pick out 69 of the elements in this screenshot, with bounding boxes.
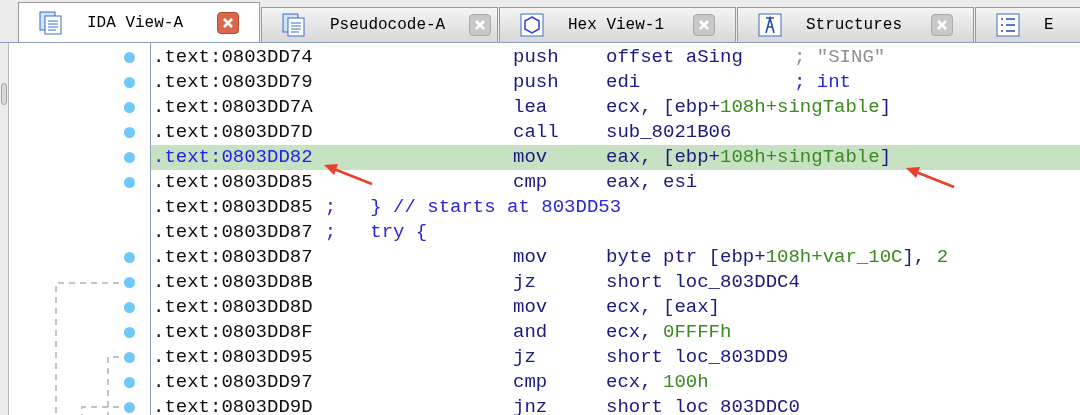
address: .text:0803DD95 [153,346,313,368]
mnemonic: jz [513,346,536,368]
tab-label: IDA View-A [87,12,184,34]
mnemonic: cmp [513,371,548,393]
mnemonic: mov [513,296,548,318]
address: .text:0803DD9D [153,396,313,415]
close-button[interactable] [931,14,953,36]
document-icon [39,10,63,35]
tab-label: E [1044,15,1054,36]
close-icon [222,16,234,29]
structure-icon [758,13,782,37]
tab[interactable]: E [975,7,1080,42]
arrow-drawing [904,165,956,189]
address: .text:0803DD97 [153,371,313,393]
tab[interactable]: Hex View-1 [499,7,736,42]
operands: edi [606,71,641,93]
mnemonic: mov [513,246,548,268]
list-icon [996,13,1020,37]
mnemonic: cmp [513,171,548,193]
tab-label: Structures [806,15,903,36]
operands: offset aSing [606,46,743,68]
operands: short loc_803DD9 [606,346,789,368]
operands: ecx, 100h [606,371,709,393]
address: .text:0803DD8D [153,296,313,318]
operands: eax, [ebp+108h+singTable] [606,146,892,168]
arrow-drawing [322,162,374,186]
address: .text:0803DD87 [153,220,313,245]
close-icon [698,19,710,31]
address: .text:0803DD85 [153,195,313,220]
mnemonic: push [513,46,559,68]
mnemonic: lea [513,96,548,118]
address: .text:0803DD85 [153,171,313,193]
close-icon [474,19,487,31]
mnemonic: and [513,321,548,343]
close-button[interactable] [693,14,715,36]
comment: ; int [794,70,851,95]
mnemonic: call [513,121,559,143]
address: .text:0803DD7D [153,121,313,143]
scrollbar[interactable] [0,43,9,415]
operands: short loc_803DDC4 [606,271,800,293]
tab[interactable]: IDA View-A [18,2,260,42]
operands: ecx, [ebp+108h+singTable] [606,96,892,118]
close-button[interactable] [217,11,239,34]
mnemonic: push [513,71,559,93]
operands: eax, esi [606,171,698,193]
address: .text:0803DD7A [153,96,313,118]
address: .text:0803DD8B [153,271,313,293]
address: .text:0803DD8F [153,321,313,343]
comment: ; try { [324,220,428,245]
address: .text:0803DD87 [153,246,313,268]
tab[interactable]: Pseudocode-A [261,7,498,42]
comment: ; } // starts at 803DD53 [324,195,622,220]
operands: byte ptr [ebp+108h+var_10C], 2 [606,246,949,268]
mnemonic: jz [513,271,536,293]
tab-label: Pseudocode-A [330,15,446,36]
document-icon [282,13,306,37]
operands: ecx, 0FFFFh [606,321,732,343]
tab[interactable]: Structures [737,7,974,42]
close-icon [936,19,948,31]
operands: short loc 803DDC0 [606,396,800,415]
mnemonic: mov [513,146,548,168]
operands: ecx, [eax] [606,296,721,318]
tab-label: Hex View-1 [568,15,665,36]
address: .text:0803DD79 [153,71,313,93]
operands: sub_8021B06 [606,121,732,143]
comment: ; "SING" [794,45,886,70]
address: .text:0803DD74 [153,46,313,68]
address: .text:0803DD82 [153,146,313,168]
close-button[interactable] [469,14,492,36]
